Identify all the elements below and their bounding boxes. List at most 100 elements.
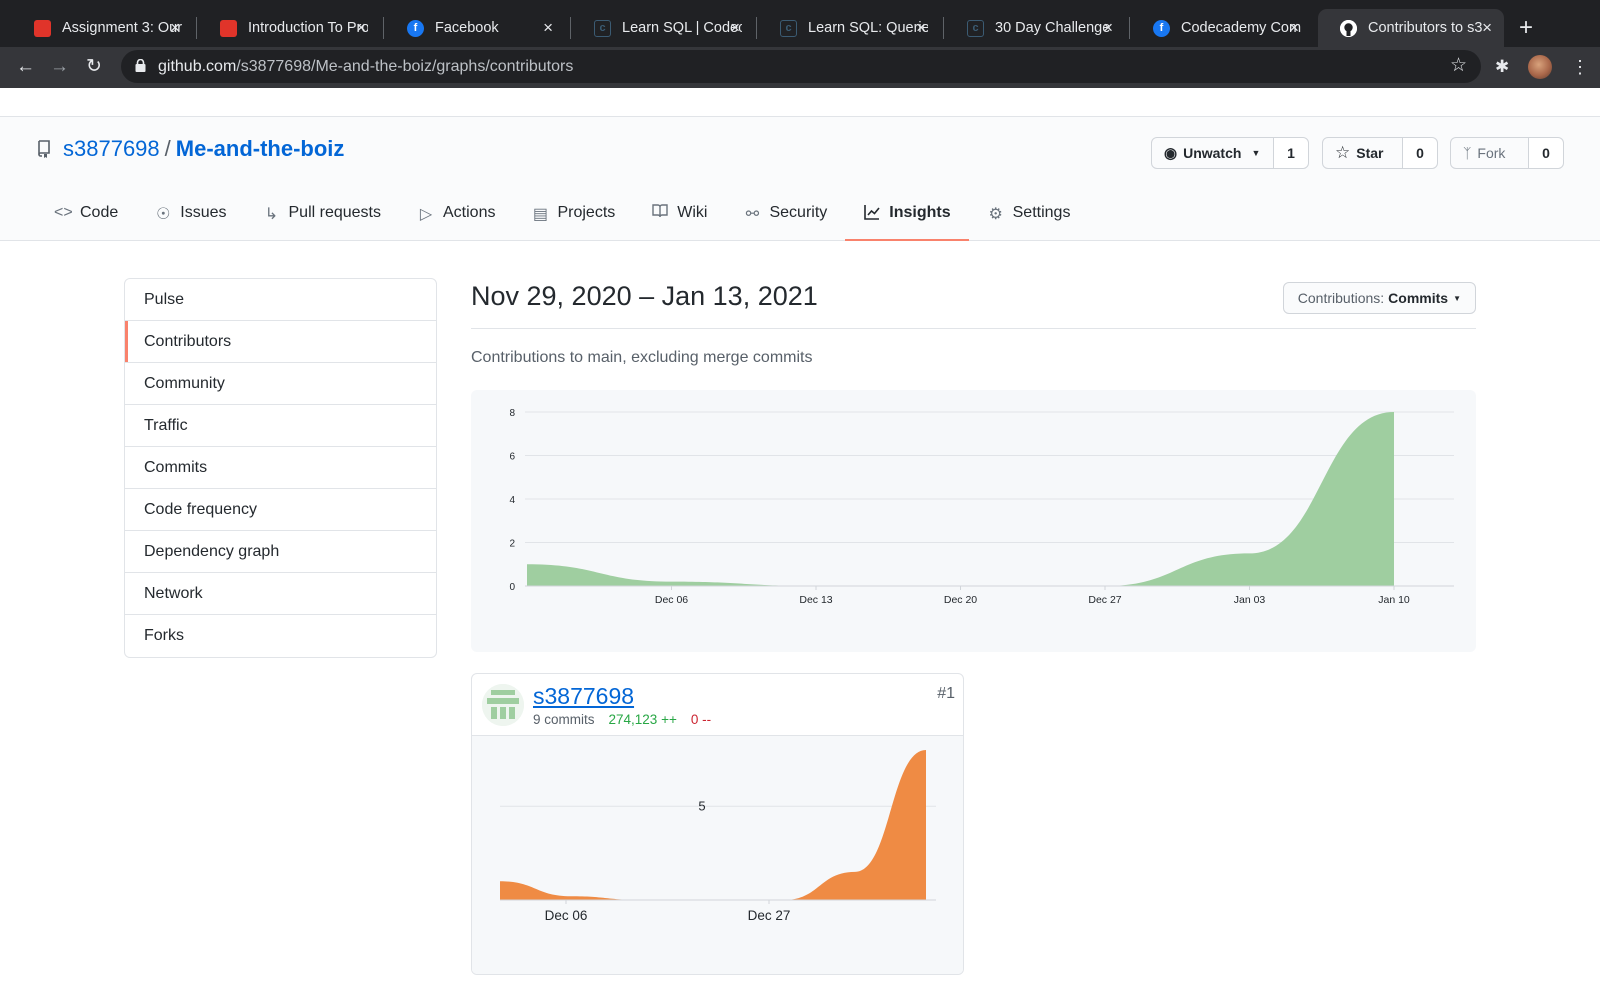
watch-count[interactable]: 1	[1274, 138, 1308, 168]
browser-tab[interactable]: Introduction To Pro ×	[198, 9, 378, 47]
close-tab-icon[interactable]: ×	[1103, 18, 1113, 38]
book-icon	[651, 204, 669, 223]
sidebar-item-community[interactable]: Community	[125, 363, 436, 405]
tab-insights[interactable]: Insights	[845, 203, 969, 241]
x-tick-label: Dec 20	[944, 594, 977, 606]
browser-chrome: Assignment 3: Our × Introduction To Pro × f F…	[0, 0, 1600, 88]
close-tab-icon[interactable]: ×	[543, 18, 553, 38]
contributor-card: s3877698 9 commits 274,123 ++ 0 -- #1 5 Dec…	[471, 673, 964, 975]
new-tab-button[interactable]: +	[1519, 14, 1533, 42]
series-area	[500, 750, 926, 900]
extensions-puzzle-icon[interactable]: ✱	[1495, 55, 1509, 79]
tab-actions[interactable]: ▷ Actions	[399, 203, 513, 241]
nav-label: Insights	[889, 204, 951, 221]
x-tick-label: Dec 27	[1088, 594, 1121, 606]
graph-icon	[863, 204, 881, 225]
github-page: s3877698 / Me-and-the-boiz ◉ Unwatch ▼ 1 ☆…	[0, 88, 1600, 1000]
close-tab-icon[interactable]: ×	[1289, 18, 1299, 38]
tab-title: Introduction To Pro	[248, 20, 368, 36]
browser-tab[interactable]: Contributors to s3 ×	[1318, 9, 1504, 47]
star-count[interactable]: 0	[1403, 138, 1437, 168]
browser-tab[interactable]: c Learn SQL: Querie ×	[758, 9, 938, 47]
sidebar-item-traffic[interactable]: Traffic	[125, 405, 436, 447]
contributor-name-link[interactable]: s3877698	[533, 683, 634, 710]
y-tick-label: 5	[698, 798, 705, 813]
nav-label: Code	[80, 204, 119, 221]
sidebar-item-network[interactable]: Network	[125, 573, 436, 615]
tab-pull-requests[interactable]: ↳ Pull requests	[245, 203, 400, 241]
forward-icon[interactable]: →	[50, 55, 69, 79]
contributor-chart-svg: 5 Dec 06 Dec 27	[500, 750, 936, 923]
fork-count[interactable]: 0	[1529, 138, 1563, 168]
close-tab-icon[interactable]: ×	[170, 18, 180, 38]
contributions-prefix: Contributions:	[1297, 290, 1385, 306]
profile-avatar[interactable]	[1528, 55, 1552, 79]
close-tab-icon[interactable]: ×	[730, 18, 740, 38]
tab-projects[interactable]: ▤ Projects	[513, 203, 633, 241]
menu-kebab-icon[interactable]: ⋮	[1571, 55, 1589, 79]
contributor-chart[interactable]: 5 Dec 06 Dec 27	[472, 736, 963, 974]
star-button[interactable]: ☆ Star 0	[1322, 137, 1438, 169]
sidebar-item-pulse[interactable]: Pulse	[125, 279, 436, 321]
date-range-heading: Nov 29, 2020 – Jan 13, 2021	[471, 281, 818, 311]
contributions-type-select[interactable]: Contributions: Commits ▼	[1282, 282, 1476, 314]
reload-icon[interactable]: ↻	[86, 55, 102, 79]
tab-title: Learn SQL: Querie	[808, 20, 928, 36]
repo-name-link[interactable]: Me-and-the-boiz	[176, 136, 345, 162]
browser-tab[interactable]: f Facebook ×	[385, 9, 565, 47]
play-icon: ▷	[419, 206, 433, 223]
sidebar-item-code-frequency[interactable]: Code frequency	[125, 489, 436, 531]
code-icon: <>	[54, 204, 73, 221]
watch-button[interactable]: ◉ Unwatch ▼ 1	[1151, 137, 1309, 169]
sidebar-item-forks[interactable]: Forks	[125, 615, 436, 657]
x-tick-label: Dec 06	[655, 594, 688, 606]
close-tab-icon[interactable]: ×	[1482, 18, 1492, 38]
x-tick-label: Jan 03	[1234, 594, 1266, 606]
commits-over-time-chart[interactable]: 0 2 4 6 8 Dec 06 Dec 13 Dec 20 Dec 27 Jan 03 Jan 1…	[471, 390, 1476, 652]
tab-issues[interactable]: ☉ Issues	[136, 203, 244, 241]
tab-separator	[570, 17, 571, 39]
star-label: Star	[1356, 145, 1384, 161]
fork-label: Fork	[1477, 145, 1506, 161]
browser-tab[interactable]: c 30 Day Challenge ×	[945, 9, 1125, 47]
sidebar-item-commits[interactable]: Commits	[125, 447, 436, 489]
browser-tab[interactable]: Assignment 3: Our ×	[12, 9, 192, 47]
fork-button[interactable]: ᛉ Fork 0	[1450, 137, 1564, 169]
contributor-avatar[interactable]	[482, 684, 524, 726]
codecademy-icon: c	[780, 19, 797, 37]
bookmark-star-icon[interactable]: ☆	[1450, 54, 1467, 77]
close-tab-icon[interactable]: ×	[916, 18, 926, 38]
close-tab-icon[interactable]: ×	[356, 18, 366, 38]
sidebar-item-contributors[interactable]: Contributors	[125, 321, 436, 363]
commit-count: 9 commits	[533, 712, 595, 727]
nav-label: Security	[769, 204, 828, 221]
tab-settings[interactable]: ⚙ Settings	[969, 203, 1089, 241]
browser-toolbar: ← → ↻ github.com/s3877698/Me-and-the-boi…	[0, 47, 1600, 88]
sidebar-item-dependency-graph[interactable]: Dependency graph	[125, 531, 436, 573]
tab-code[interactable]: <> Code	[36, 203, 136, 241]
pull-request-icon: ↳	[264, 206, 279, 223]
insights-sidebar: Pulse Contributors Community Traffic Commits…	[124, 278, 437, 658]
tab-title: Facebook	[435, 20, 499, 36]
y-tick-label: 2	[509, 539, 515, 550]
browser-tab[interactable]: f Codecademy Com ×	[1131, 9, 1311, 47]
nav-label: Settings	[1012, 204, 1071, 221]
eye-icon: ◉	[1164, 145, 1178, 162]
codecademy-icon: c	[594, 19, 611, 37]
tab-title: Contributors to s3	[1368, 20, 1483, 36]
nav-label: Wiki	[677, 204, 708, 221]
tab-separator	[1129, 17, 1130, 39]
tab-separator	[383, 17, 384, 39]
commits-chart-svg: 0 2 4 6 8 Dec 06 Dec 13 Dec 20 Dec 27 Jan 03 Jan 1…	[509, 408, 1454, 606]
tab-wiki[interactable]: Wiki	[633, 203, 725, 241]
github-icon	[1340, 19, 1357, 37]
browser-tab[interactable]: c Learn SQL | Codec ×	[572, 9, 752, 47]
back-icon[interactable]: ←	[16, 55, 35, 79]
tab-security[interactable]: ⚯ Security	[725, 203, 845, 241]
x-tick-label: Dec 06	[545, 908, 588, 923]
repo-owner-link[interactable]: s3877698	[63, 136, 160, 162]
header-strip	[0, 88, 1600, 117]
address-bar[interactable]: github.com/s3877698/Me-and-the-boiz/grap…	[121, 50, 1481, 83]
issue-icon: ☉	[156, 206, 171, 223]
codecademy-icon: c	[967, 19, 984, 37]
